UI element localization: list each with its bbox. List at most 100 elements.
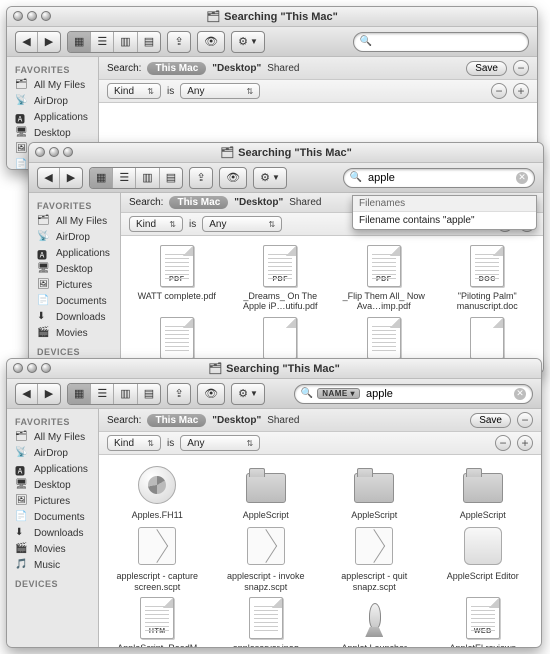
add-row-button[interactable]: +	[517, 435, 533, 451]
sidebar-item[interactable]: 🖼Pictures	[7, 493, 98, 509]
scope-shared[interactable]: Shared	[289, 197, 321, 208]
file-item[interactable]	[127, 316, 227, 363]
suggestion-item[interactable]: Filename contains "apple"	[353, 212, 536, 229]
zoom-button[interactable]	[41, 363, 51, 373]
quicklook-button[interactable]: 👁	[220, 168, 246, 188]
search-field[interactable]: 🔍 ✕	[343, 168, 535, 188]
quicklook-button[interactable]: 👁	[198, 32, 224, 52]
search-input[interactable]	[364, 387, 510, 401]
file-item[interactable]	[334, 316, 434, 363]
sidebar-item[interactable]: 🖼Pictures	[29, 277, 120, 293]
sidebar-item[interactable]: 🗂All My Files	[7, 429, 98, 445]
minimize-button[interactable]	[27, 363, 37, 373]
sidebar-item[interactable]: 🎬Movies	[7, 541, 98, 557]
search-input[interactable]	[376, 35, 522, 49]
search-token-name[interactable]: NAME ▾	[317, 388, 360, 399]
close-button[interactable]	[35, 147, 45, 157]
clear-search-button[interactable]: ✕	[514, 388, 526, 400]
back-button[interactable]: ◀	[16, 32, 38, 52]
criteria-kind-select[interactable]: Kind⇅	[107, 83, 161, 99]
sidebar-item[interactable]: ⬇Downloads	[29, 309, 120, 325]
coverflow-view-button[interactable]: ▤	[160, 168, 182, 188]
forward-button[interactable]: ▶	[38, 384, 60, 404]
remove-row-button[interactable]: −	[495, 435, 511, 451]
minimize-button[interactable]	[49, 147, 59, 157]
scope-this-mac[interactable]: This Mac	[169, 196, 228, 209]
column-view-button[interactable]: ▥	[136, 168, 159, 188]
file-item[interactable]	[438, 316, 538, 363]
save-search-button[interactable]: Save	[466, 61, 507, 76]
sidebar-item[interactable]: 🅰Applications	[29, 245, 120, 261]
share-button[interactable]: ⇪	[168, 384, 190, 404]
back-button[interactable]: ◀	[38, 168, 60, 188]
column-view-button[interactable]: ▥	[114, 32, 137, 52]
action-button[interactable]: ⚙▼	[232, 32, 264, 52]
file-item[interactable]: applescript - capture screen.scpt	[105, 524, 210, 592]
save-search-button[interactable]: Save	[470, 413, 511, 428]
sidebar-item[interactable]: 🎬Movies	[29, 325, 120, 341]
close-button[interactable]	[13, 363, 23, 373]
window-controls[interactable]	[35, 147, 73, 157]
column-view-button[interactable]: ▥	[114, 384, 137, 404]
file-item[interactable]: PDF_Dreams_ On The Apple iP…utifu.pdf	[231, 244, 331, 312]
criteria-value-select[interactable]: Any⇅	[180, 83, 260, 99]
criteria-kind-select[interactable]: Kind⇅	[107, 435, 161, 451]
action-button[interactable]: ⚙▼	[254, 168, 286, 188]
window-controls[interactable]	[13, 11, 51, 21]
scope-this-mac[interactable]: This Mac	[147, 62, 206, 75]
icon-view-button[interactable]: ▦	[68, 32, 91, 52]
sidebar-item[interactable]: 🗂All My Files	[7, 77, 98, 93]
sidebar-item[interactable]: 🎵Music	[7, 557, 98, 573]
sidebar-item[interactable]: 📡AirDrop	[29, 229, 120, 245]
icon-view-button[interactable]: ▦	[68, 384, 91, 404]
search-field[interactable]: 🔍 NAME ▾ ✕	[294, 384, 533, 404]
file-item[interactable]: PDF_Flip Them All_ Now Ava…imp.pdf	[334, 244, 434, 312]
zoom-button[interactable]	[41, 11, 51, 21]
file-item[interactable]: HTMAppleScript_ReadM	[105, 596, 210, 647]
sidebar-item[interactable]: ⬇Downloads	[7, 525, 98, 541]
share-button[interactable]: ⇪	[190, 168, 212, 188]
file-item[interactable]: AppleScript	[431, 463, 536, 520]
sidebar-item[interactable]: 🖥Desktop	[7, 477, 98, 493]
list-view-button[interactable]: ☰	[113, 168, 136, 188]
sidebar-item[interactable]: 📡AirDrop	[7, 445, 98, 461]
back-button[interactable]: ◀	[16, 384, 38, 404]
coverflow-view-button[interactable]: ▤	[138, 384, 160, 404]
add-row-button[interactable]: +	[513, 83, 529, 99]
sidebar-item[interactable]: 🅰Applications	[7, 461, 98, 477]
criteria-value-select[interactable]: Any⇅	[180, 435, 260, 451]
file-item[interactable]: AppleScript Editor	[431, 524, 536, 592]
scope-desktop[interactable]: "Desktop"	[212, 415, 261, 426]
titlebar[interactable]: 🗂 Searching "This Mac"	[7, 7, 537, 27]
file-item[interactable]: applescript - invoke snapz.scpt	[214, 524, 319, 592]
file-item[interactable]: WEBAppletEl reviews	[431, 596, 536, 647]
share-button[interactable]: ⇪	[168, 32, 190, 52]
criteria-value-select[interactable]: Any⇅	[202, 216, 282, 232]
scope-shared[interactable]: Shared	[267, 63, 299, 74]
remove-row-button[interactable]: −	[491, 83, 507, 99]
action-button[interactable]: ⚙▼	[232, 384, 264, 404]
icon-view-button[interactable]: ▦	[90, 168, 113, 188]
file-item[interactable]: AppleScript	[322, 463, 427, 520]
file-item[interactable]: applescript - quit snapz.scpt	[322, 524, 427, 592]
list-view-button[interactable]: ☰	[91, 32, 114, 52]
scope-this-mac[interactable]: This Mac	[147, 414, 206, 427]
titlebar[interactable]: 🗂 Searching "This Mac"	[7, 359, 541, 379]
file-item[interactable]: AppleScript	[214, 463, 319, 520]
forward-button[interactable]: ▶	[60, 168, 82, 188]
sidebar-item[interactable]: 🖥Desktop	[7, 125, 98, 141]
forward-button[interactable]: ▶	[38, 32, 60, 52]
zoom-button[interactable]	[63, 147, 73, 157]
search-input[interactable]	[366, 171, 512, 185]
titlebar[interactable]: 🗂 Searching "This Mac"	[29, 143, 543, 163]
criteria-kind-select[interactable]: Kind⇅	[129, 216, 183, 232]
sidebar-item[interactable]: 📄Documents	[29, 293, 120, 309]
coverflow-view-button[interactable]: ▤	[138, 32, 160, 52]
sidebar-item[interactable]: 🗂All My Files	[29, 213, 120, 229]
scope-desktop[interactable]: "Desktop"	[234, 197, 283, 208]
scope-desktop[interactable]: "Desktop"	[212, 63, 261, 74]
file-item[interactable]: PDFWATT complete.pdf	[127, 244, 227, 312]
sidebar-item[interactable]: 📄Documents	[7, 509, 98, 525]
sidebar-item[interactable]: 🅰Applications	[7, 109, 98, 125]
quicklook-button[interactable]: 👁	[198, 384, 224, 404]
